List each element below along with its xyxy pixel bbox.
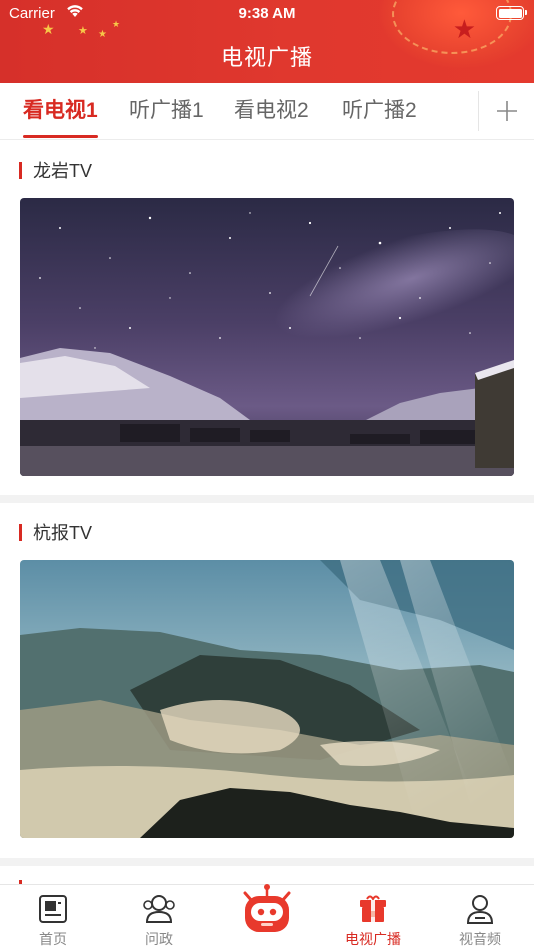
people-icon — [143, 895, 175, 923]
tab-watch-tv-1[interactable]: 看电视1 — [23, 83, 98, 139]
section-header: 杭报TV — [19, 521, 92, 543]
channel-section: 龙岩TV — [0, 140, 534, 495]
nav-label: 首页 — [39, 931, 67, 947]
nav-inquiry[interactable]: 问政 — [106, 885, 212, 950]
bottom-tab-bar: 首页 问政 电视广播 视音频 — [0, 884, 534, 950]
tab-label: 看电视2 — [234, 99, 309, 122]
battery-icon — [496, 6, 527, 20]
page-title: 电视广播 — [220, 45, 313, 70]
tab-label: 看电视1 — [23, 99, 98, 122]
person-icon — [466, 895, 494, 924]
status-bar: Carrier 9:38 AM — [0, 0, 534, 28]
tabs-fade — [438, 83, 478, 139]
nav-label: 电视广播 — [345, 931, 401, 947]
add-channel-button[interactable] — [478, 91, 534, 131]
misty-forest-image — [20, 560, 514, 838]
robot-icon — [243, 884, 291, 932]
tab-label: 听广播2 — [342, 99, 417, 122]
video-thumbnail[interactable] — [20, 198, 514, 476]
nav-label: 问政 — [145, 931, 173, 947]
tab-label: 听广播1 — [129, 99, 204, 122]
video-thumbnail[interactable] — [20, 560, 514, 838]
clock-label: 9:38 AM — [238, 5, 296, 22]
section-divider — [0, 858, 534, 866]
section-header: 龙岩TV — [19, 159, 92, 181]
nav-label: 视音频 — [459, 931, 501, 947]
nav-robot[interactable] — [239, 879, 295, 935]
newspaper-icon — [39, 895, 67, 923]
tab-watch-tv-2[interactable]: 看电视2 — [234, 83, 309, 139]
section-divider — [0, 495, 534, 503]
tv-gift-icon — [360, 895, 386, 922]
plus-icon — [496, 101, 517, 121]
star-icon: ★ — [98, 29, 107, 40]
channel-tabs: 看电视1 听广播1 看电视2 听广播2 — [0, 83, 534, 140]
nav-tv-radio[interactable]: 电视广播 — [320, 885, 426, 950]
tab-active-indicator — [23, 135, 98, 138]
channel-section: 杭报TV — [0, 503, 534, 858]
section-title: 龙岩TV — [33, 161, 93, 181]
section-marker — [19, 161, 22, 179]
nav-audio-video[interactable]: 视音频 — [427, 885, 533, 950]
section-marker — [19, 523, 22, 541]
tab-listen-radio-1[interactable]: 听广播1 — [129, 83, 204, 139]
tab-listen-radio-2[interactable]: 听广播2 — [342, 83, 417, 139]
nav-home[interactable]: 首页 — [0, 885, 106, 950]
section-title: 杭报TV — [33, 523, 93, 543]
night-sky-image — [20, 198, 514, 476]
app-header: ★ ★ ★ ★ ★ Carrier 9:38 AM 电视广播 — [0, 0, 534, 83]
